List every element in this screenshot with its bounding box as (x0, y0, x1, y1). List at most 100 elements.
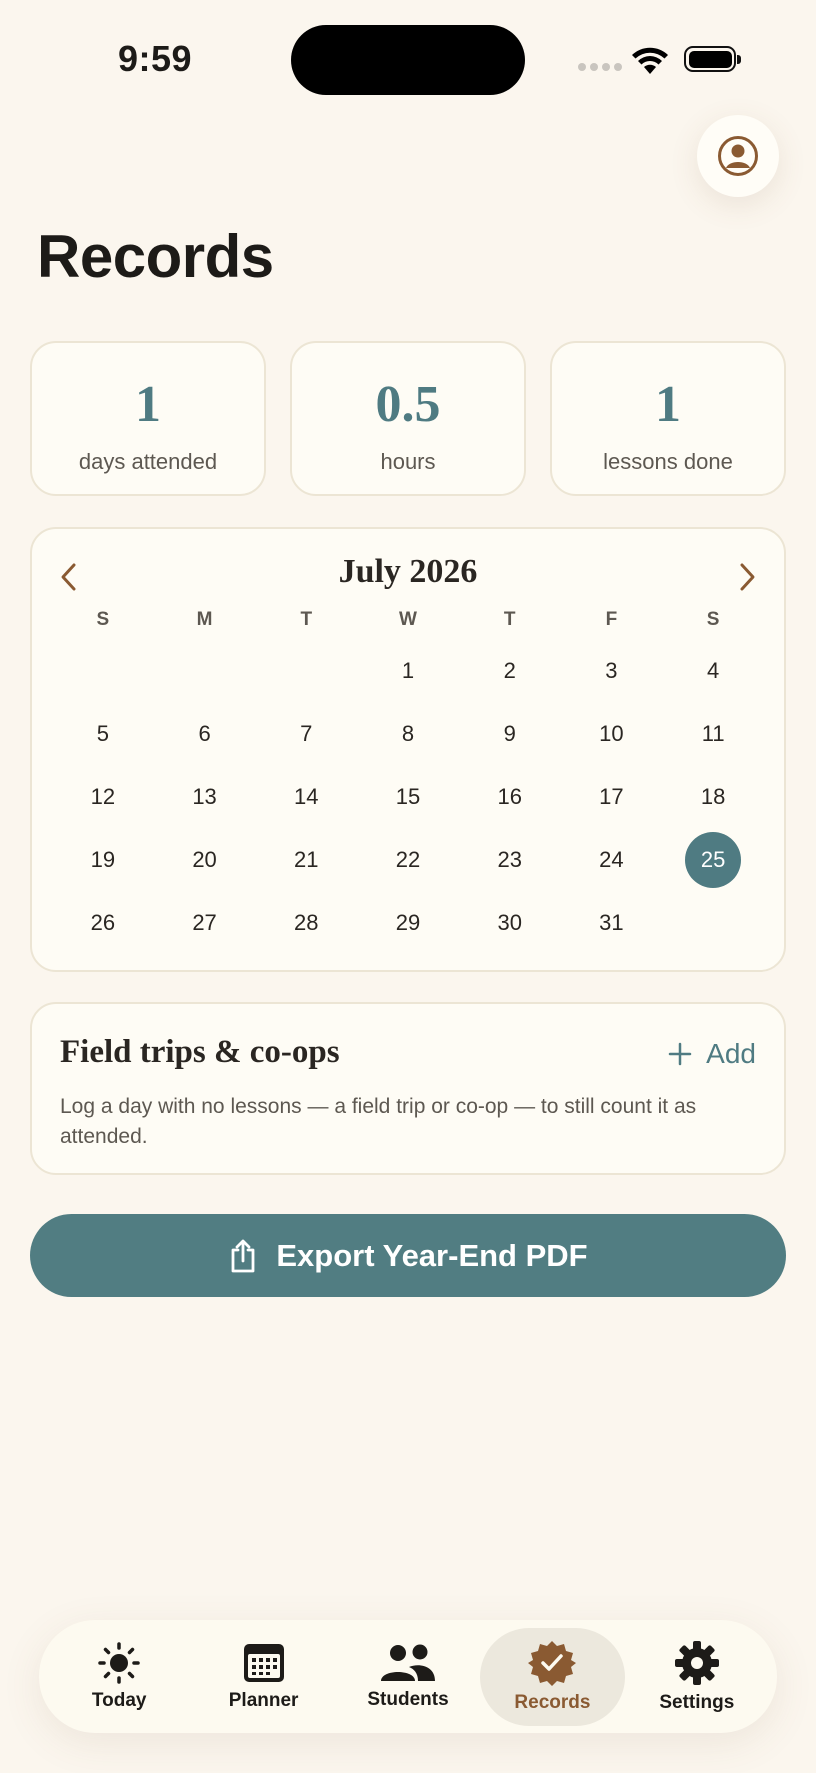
weekday-header: S M T W T F S (52, 609, 764, 631)
calendar-day[interactable]: 11 (662, 702, 764, 765)
stat-value: 1 (655, 376, 681, 433)
calendar-day[interactable]: 30 (459, 891, 561, 954)
calendar-day[interactable]: 5 (52, 702, 154, 765)
tab-label: Settings (659, 1691, 735, 1713)
tab-records[interactable]: Records (480, 1627, 625, 1726)
tab-label: Students (367, 1688, 449, 1710)
calendar-day-number: 9 (503, 720, 516, 746)
calendar-day[interactable]: 27 (154, 891, 256, 954)
calendar-day-number: 16 (497, 783, 522, 809)
calendar-day-number: 11 (701, 720, 725, 746)
field-trips-description: Log a day with no lessons — a field trip… (60, 1095, 697, 1148)
calendar-day[interactable]: 7 (255, 702, 357, 765)
calendar-day[interactable]: 4 (662, 639, 764, 702)
calendar-day[interactable]: 26 (52, 891, 154, 954)
calendar-day[interactable]: 6 (154, 702, 256, 765)
calendar-day-number: 5 (96, 720, 109, 746)
calendar-day-number: 4 (707, 657, 720, 683)
calendar-day[interactable]: 28 (255, 891, 357, 954)
calendar-day[interactable]: 9 (459, 702, 561, 765)
calendar-day[interactable]: 19 (52, 828, 154, 891)
calendar-icon (243, 1643, 284, 1682)
calendar-day-number: 14 (294, 783, 319, 809)
tab-label: Records (514, 1691, 591, 1713)
calendar-day[interactable]: 16 (459, 765, 561, 828)
export-pdf-button[interactable]: Export Year-End PDF (30, 1214, 786, 1297)
calendar-day-number: 21 (294, 846, 319, 872)
calendar-day-number: 8 (401, 720, 415, 746)
calendar-day-number: 30 (497, 909, 522, 935)
calendar-day-number: 7 (300, 720, 313, 746)
stat-hours: 0.5 hours (290, 341, 526, 496)
wifi-icon (632, 47, 668, 74)
tab-label: Planner (228, 1689, 299, 1711)
profile-button[interactable] (697, 115, 779, 197)
calendar-day-number: 15 (395, 783, 421, 809)
status-time: 9:59 (118, 38, 193, 79)
calendar-day[interactable]: 8 (357, 702, 459, 765)
badge-check-icon (528, 1640, 577, 1686)
stat-value: 1 (135, 376, 161, 433)
share-icon (231, 1239, 255, 1272)
calendar-day-number: 28 (294, 909, 319, 935)
people-icon (381, 1644, 436, 1681)
calendar-day-selected[interactable]: 25 (662, 828, 764, 891)
calendar-day[interactable]: 17 (561, 765, 663, 828)
calendar-day[interactable]: 22 (357, 828, 459, 891)
weekday-label: S (706, 609, 720, 630)
calendar-blank-cell (52, 639, 154, 702)
next-month-button[interactable] (728, 557, 768, 597)
calendar-blank-cell (154, 639, 256, 702)
calendar-day[interactable]: 1 (357, 639, 459, 702)
calendar-day[interactable]: 31 (561, 891, 663, 954)
calendar-day-number: 20 (192, 846, 217, 872)
calendar-day[interactable]: 20 (154, 828, 256, 891)
calendar-day-number: 24 (599, 846, 624, 872)
stat-label: days attended (78, 449, 218, 474)
calendar-day[interactable]: 29 (357, 891, 459, 954)
calendar-day[interactable]: 13 (154, 765, 256, 828)
calendar-day-number: 19 (90, 846, 116, 872)
calendar-day-number: 17 (599, 783, 624, 809)
calendar-day[interactable]: 2 (459, 639, 561, 702)
tab-planner[interactable]: Planner (191, 1628, 335, 1726)
calendar-day-number: 12 (90, 783, 116, 809)
calendar-day[interactable]: 3 (561, 639, 663, 702)
stat-label: lessons done (603, 449, 733, 474)
calendar-day[interactable]: 24 (561, 828, 663, 891)
calendar-day[interactable]: 18 (662, 765, 764, 828)
tab-bar: Today Planner Students Records Settings (39, 1620, 777, 1733)
tab-today[interactable]: Today (47, 1628, 191, 1726)
sun-icon (98, 1641, 140, 1684)
calendar-day[interactable]: 12 (52, 765, 154, 828)
calendar-day-number: 31 (599, 909, 624, 935)
calendar-day-number: 1 (401, 657, 415, 683)
calendar-day-number: 26 (90, 909, 116, 935)
page-title: Records (37, 223, 274, 290)
calendar-day-number: 2 (503, 657, 516, 683)
weekday-label: W (399, 609, 417, 630)
profile-icon (718, 136, 758, 176)
calendar-day-number: 22 (395, 846, 421, 872)
calendar-blank-cell (255, 639, 357, 702)
tab-students[interactable]: Students (336, 1628, 480, 1726)
cellular-signal-icon (578, 63, 622, 71)
field-trips-card: Field trips & co-ops Add Log a day with … (30, 1002, 786, 1175)
tab-settings[interactable]: Settings (625, 1628, 769, 1726)
weekday-label: M (196, 609, 213, 630)
calendar-day-number: 29 (395, 909, 421, 935)
chevron-right-icon (740, 563, 755, 591)
calendar-day[interactable]: 21 (255, 828, 357, 891)
calendar-day[interactable]: 14 (255, 765, 357, 828)
weekday-label: T (503, 609, 516, 630)
calendar-day-number: 23 (497, 846, 522, 872)
add-field-trip-button[interactable]: Add (668, 1038, 756, 1070)
calendar-day-number: 18 (700, 783, 726, 809)
stat-days-attended: 1 days attended (30, 341, 266, 496)
calendar-day[interactable]: 15 (357, 765, 459, 828)
stat-lessons-done: 1 lessons done (550, 341, 786, 496)
calendar-day-number: 3 (605, 657, 618, 683)
calendar-day[interactable]: 10 (561, 702, 663, 765)
stat-label: hours (380, 449, 436, 474)
calendar-day[interactable]: 23 (459, 828, 561, 891)
